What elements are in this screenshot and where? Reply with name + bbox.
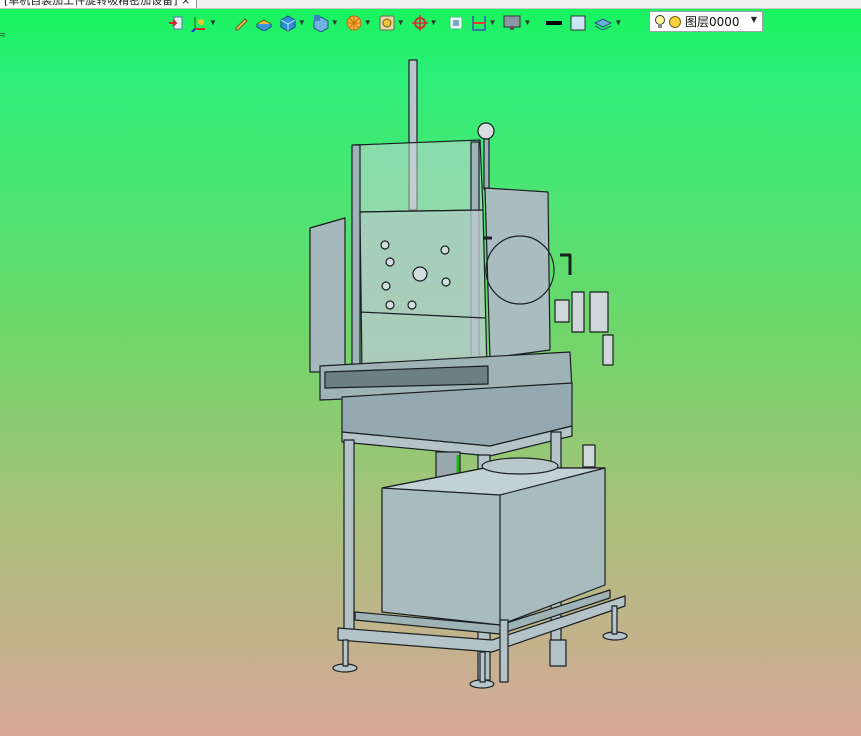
document-tab-bar: [单机自装加工件旋转吸精密加设备] × <box>0 0 861 9</box>
document-tab[interactable]: [单机自装加工件旋转吸精密加设备] × <box>0 0 198 8</box>
chevron-down-icon: ▼ <box>363 18 372 27</box>
view-cube-button[interactable]: ▼ <box>312 13 339 33</box>
box-stack-icon <box>255 19 272 31</box>
line-color-button[interactable] <box>545 13 563 33</box>
line-color-icon <box>546 21 563 25</box>
pencil-icon <box>235 18 248 31</box>
layer-dropdown[interactable]: 图层0000 ▼ <box>649 11 763 32</box>
chevron-down-icon: ▼ <box>297 18 306 27</box>
view-toolbar: ▼ ▼ ▼ ▼ ▼ ▼ ▼ ▼ ▼ <box>168 12 628 34</box>
cube-view-icon <box>313 15 329 32</box>
chevron-down-icon: ▼ <box>614 18 623 27</box>
chevron-down-icon: ▼ <box>488 18 497 27</box>
3d-viewport[interactable] <box>0 40 861 736</box>
section-view-button[interactable]: ▼ <box>470 13 497 33</box>
chevron-down-icon: ▼ <box>330 18 339 27</box>
layer-manager-button[interactable]: ▼ <box>593 13 622 33</box>
monitor-icon <box>503 15 521 30</box>
render-button[interactable]: ▼ <box>345 13 372 33</box>
rotate-view-button[interactable]: ▼ <box>411 13 438 33</box>
lightbulb-icon[interactable] <box>654 14 666 30</box>
section-icon <box>471 16 486 31</box>
chevron-down-icon: ▼ <box>750 15 757 24</box>
machine-model <box>309 59 628 689</box>
axis-button[interactable]: ▼ <box>190 13 217 33</box>
sketch-button[interactable] <box>233 13 249 33</box>
frame-icon <box>449 16 463 30</box>
chevron-down-icon: ▼ <box>523 18 532 27</box>
render-icon <box>346 15 362 31</box>
layer-name: 图层0000 <box>685 15 740 29</box>
fill-color-button[interactable] <box>569 13 587 33</box>
background-button[interactable]: ▼ <box>502 13 531 33</box>
chevron-down-icon: ▼ <box>209 18 217 27</box>
import-icon <box>169 16 183 30</box>
zoom-frame-button[interactable] <box>448 13 464 33</box>
rotate-icon <box>411 15 428 31</box>
display-icon <box>379 15 395 31</box>
import-button[interactable] <box>168 13 184 33</box>
sun-icon[interactable] <box>668 15 682 29</box>
cube-icon <box>280 15 296 32</box>
solid-stack-button[interactable] <box>255 13 273 33</box>
fill-color-icon <box>570 15 586 31</box>
chevron-down-icon: ▼ <box>396 18 405 27</box>
cube-button[interactable]: ▼ <box>279 13 306 33</box>
layers-icon <box>594 18 613 31</box>
chevron-down-icon: ▼ <box>429 18 438 27</box>
display-mode-button[interactable]: ▼ <box>378 13 405 33</box>
axis-icon <box>191 17 205 32</box>
